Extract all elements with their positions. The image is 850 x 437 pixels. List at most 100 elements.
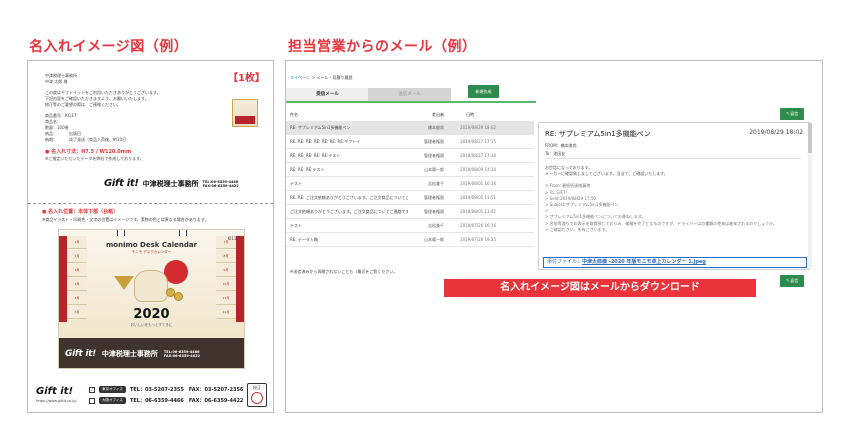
letter-line: 納品： 出版日 — [45, 131, 81, 136]
imprint-sample: Gift it! 中津税理士事務所 TEL:06-6359-4466 FAX:0… — [104, 178, 239, 189]
office-phone: TEL：03-5207-2355 FAX：03-5207-2356 — [129, 387, 244, 393]
viewer-to: To：池田友 — [545, 151, 566, 156]
calendar-subtitle: モニモ デスクカレンダー — [131, 250, 172, 254]
mail-row[interactable]: RE: RE: RE:テスト 山本陽一郎 2019/08/09 14:30 — [286, 163, 534, 177]
mail-subject: RE: RE: RE:テスト — [290, 166, 325, 172]
breadcrumb-mypage-link[interactable]: マイページ — [290, 75, 310, 80]
tab-received[interactable]: 受信メール — [286, 88, 369, 101]
calendar-mockup: 1月 2月 3月 4月 5月 6月 7月 8月 9月 10月 11月 12月 K… — [58, 229, 245, 369]
mail-sender: 山本陽一郎 — [424, 166, 444, 172]
breadcrumb: マイページ ＞ メール・見積り履歴 — [290, 75, 352, 80]
office-fax: FAX:06-6359-4422 — [163, 353, 200, 358]
mail-date: 2019/08/29 18:02 — [460, 125, 496, 130]
proof-letter: 中津税理士事務所 中津 太郎 様 この度はギフトイットをご利用いただきありがとう… — [45, 73, 161, 162]
column-date: 日時 — [466, 112, 474, 117]
mail-subject: RE: RE: ご注文依頼ありがとうございます。ご注文商品についてご連絡です。 — [290, 194, 408, 200]
footer-url: https://www.giftit.co.jp/ — [36, 399, 77, 403]
mail-row[interactable]: RE: RE: RE: RE: RE:テスト 管理者権限 2019/08/27 17… — [286, 149, 534, 163]
stamp-label: 校正 — [253, 385, 261, 390]
mail-subject: ご注文依頼ありがとうございます。ご注文商品についてご連絡です。 — [290, 208, 408, 214]
mail-list-note: ※送信済みから再開されないことも（最近をご覧ください。 — [290, 269, 398, 274]
office-row-osaka: 大阪オフィス TEL：06-6359-4466 FAX：06-6359-4422 — [89, 397, 243, 404]
letter-line: 商品番号：KI117 — [45, 113, 77, 118]
mail-date: 2019/07/26 19:25 — [460, 237, 496, 242]
mail-row[interactable]: RE: ザプレミアム5in1多機能ペン 橋本俊尚 2019/08/29 18:02 — [286, 121, 534, 135]
letter-line: 商品名： — [45, 119, 61, 124]
attachment-file-link[interactable]: 中津太郎様 -2020 年版モニモ卓上カレンダー 1.jpeg — [582, 259, 706, 265]
letter-line: 納期： 成了発送（商品入荷後、約10日 — [45, 137, 127, 142]
mail-subject: RE: ザプレミアム5in1多機能ペン — [290, 124, 351, 130]
mail-date: 2019/07/26 16:16 — [460, 223, 496, 228]
office-name: 中津税理士事務所 — [101, 349, 158, 358]
column-subject: 件名 — [290, 112, 298, 117]
mail-row[interactable]: RE: RE: ご注文依頼ありがとうございます。ご注文商品についてご連絡です。 管… — [286, 191, 534, 205]
mail-row[interactable]: ご注文依頼ありがとうございます。ご注文商品についてご連絡です。 管理者権限 2019… — [286, 205, 534, 219]
gift-it-footer-logo: Gift it! — [36, 386, 74, 397]
mail-subject: RE: データ入稿 — [290, 236, 318, 242]
month-tab: 11月 — [216, 292, 236, 305]
mail-date: 2019/08/09 14:30 — [460, 167, 496, 172]
month-tab: 3月 — [67, 264, 87, 277]
mail-subject: RE: RE: RE: RE: RE: RE: RE:ギフトイ — [290, 138, 361, 144]
checkbox-icon: ✓ — [89, 386, 95, 393]
checkbox-icon — [89, 397, 95, 404]
mail-sender: 橋本俊尚 — [428, 124, 444, 130]
calendar-year: 2020 — [133, 307, 170, 322]
coin-icon — [174, 292, 183, 301]
document-footer: Gift it! https://www.giftit.co.jp/ ✓ 東京オ… — [34, 381, 269, 409]
gift-it-logo: Gift it! — [65, 348, 96, 359]
approval-stamp: 校正 — [247, 383, 267, 407]
viewer-date: 2019/08/29 18:02 — [749, 129, 803, 136]
imprint-position-note: ※商品イラスト・印刷色・文字の位置はイメージです。実物の色とは異なる場合がありま… — [42, 217, 209, 222]
letter-line: 中津 太郎 様 — [45, 79, 68, 84]
mail-sender: 吉松美千 — [428, 222, 444, 228]
mail-sender: 管理者権限 — [424, 208, 444, 214]
breadcrumb-current: ＞ メール・見積り履歴 — [309, 75, 353, 80]
reply-button-bottom[interactable]: ↰ 返信 — [780, 275, 804, 287]
office-contact: TEL:06-6359-4466 FAX:06-6359-4422 — [203, 180, 239, 188]
divider — [545, 158, 801, 159]
reply-button[interactable]: ↰ 返信 — [780, 108, 804, 120]
imprint-proof-document: 【1枚】 中津税理士事務所 中津 太郎 様 この度はギフトイットをご利用いただき… — [27, 60, 274, 413]
mail-row[interactable]: RE: RE: RE: RE: RE: RE: RE:ギフトイ 管理者権限 2019… — [286, 135, 534, 149]
letter-line: 中津税理士事務所 — [45, 73, 77, 78]
office-tel: TEL:06-6359-4466 — [202, 179, 239, 184]
mail-subject: テスト — [290, 180, 302, 186]
mail-row[interactable]: テスト 吉松美千 2019/08/01 10:36 — [286, 177, 534, 191]
mail-date: 2019/08/27 17:30 — [460, 153, 496, 158]
column-sender: 差出者 — [432, 112, 444, 117]
mail-subject: テスト — [290, 222, 302, 228]
imprint-size-note: ※ご指定いただいたデータを弊社で作成しております。 — [45, 156, 144, 161]
tab-sent[interactable]: 送信メール — [368, 88, 451, 101]
fan-icon — [114, 276, 134, 290]
mail-sender: 山本陽一郎 — [424, 236, 444, 242]
mail-sender: 管理者権限 — [424, 152, 444, 158]
seal-icon — [251, 392, 263, 404]
calendar-tagline: おいしいをもっとすてきに — [130, 323, 173, 327]
mail-row[interactable]: テスト 吉松美千 2019/07/26 16:16 — [286, 219, 534, 233]
viewer-from: FROM：橋本俊尚 — [545, 143, 577, 148]
mail-row[interactable]: RE: データ入稿 山本陽一郎 2019/07/26 19:25 — [286, 233, 534, 247]
new-mail-button[interactable]: 新規作成 — [468, 85, 499, 98]
viewer-scrollbar[interactable] — [808, 123, 812, 269]
viewer-subject: RE: ザプレミアム5in1多機能ペン — [545, 130, 651, 138]
quote-line: > ご確認ださい，所有ございます。 — [545, 226, 610, 232]
office-row-tokyo: ✓ 東京オフィス TEL：03-5207-2355 FAX：03-5207-23… — [89, 386, 243, 393]
month-tab: 9月 — [216, 264, 236, 277]
letter-line: 下記内容をご確認いただきますよう、お願いいたします。 — [45, 96, 149, 101]
mail-list: RE: ザプレミアム5in1多機能ペン 橋本俊尚 2019/08/29 18:02 … — [286, 121, 534, 247]
month-tab: 4月 — [67, 278, 87, 291]
binder-ring-icon — [179, 230, 187, 236]
sample-image-heading: 名入れイメージ図（例） — [29, 39, 189, 55]
mail-viewer: RE: ザプレミアム5in1多機能ペン 2019/08/29 18:02 FRO… — [538, 122, 810, 270]
scrollbar-thumb[interactable] — [808, 123, 812, 153]
attachment-row: 添付ファイル：中津太郎様 -2020 年版モニモ卓上カレンダー 1.jpeg — [543, 257, 807, 268]
letter-line: 数量：100冊 — [45, 125, 69, 130]
mail-subject: RE: RE: RE: RE: RE:テスト — [290, 152, 341, 158]
gift-it-logo: Gift it! — [104, 178, 139, 189]
mail-list-header: 件名 差出者 日時 — [290, 112, 535, 118]
mail-date: 2019/08/27 17:15 — [460, 139, 496, 144]
letter-line: この度はギフトイットをご利用いただきありがとうございます。 — [45, 90, 161, 95]
mail-sender: 管理者権限 — [424, 194, 444, 200]
mail-sender: 吉松美千 — [428, 180, 444, 186]
